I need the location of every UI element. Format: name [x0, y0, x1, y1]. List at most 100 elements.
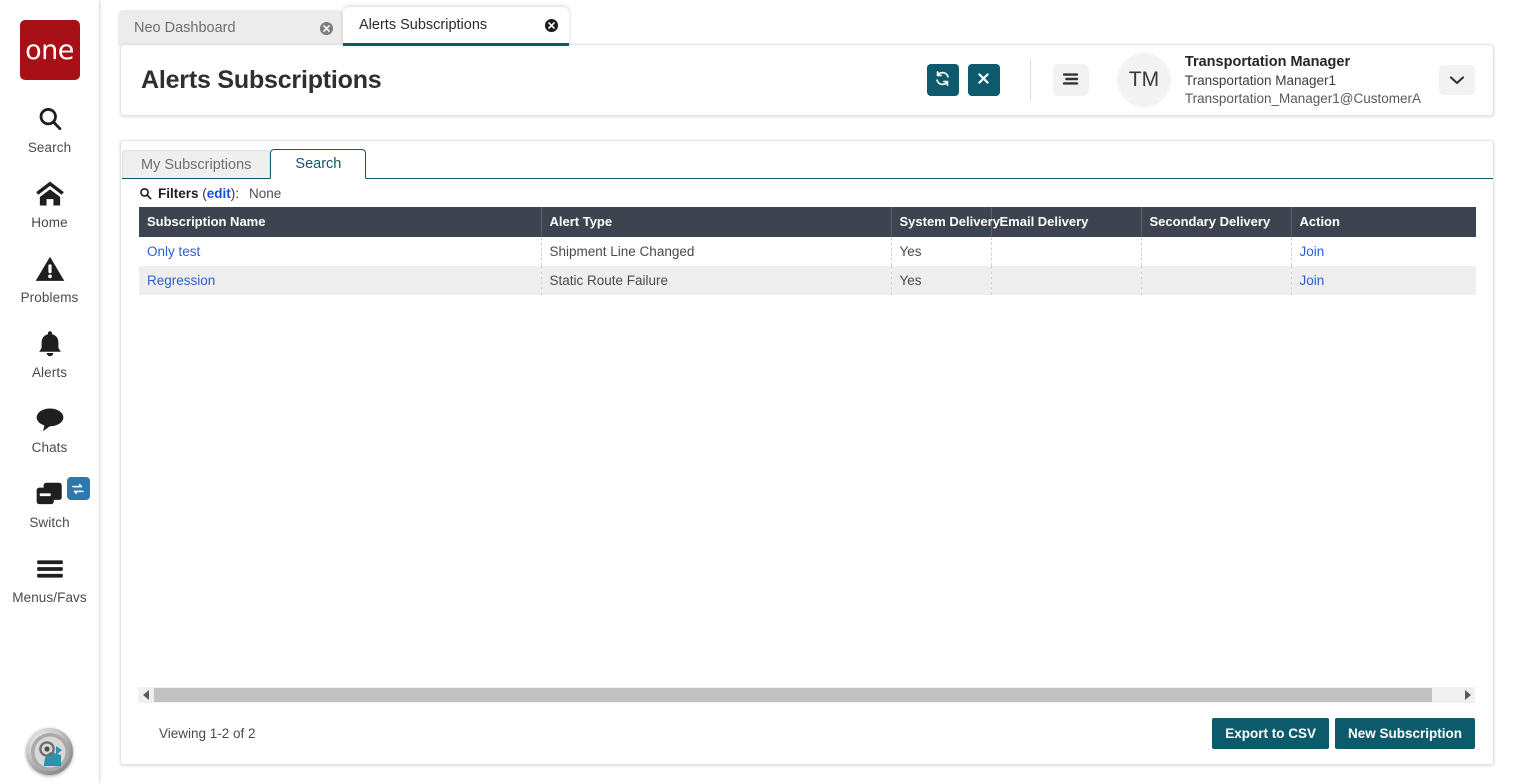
- join-link[interactable]: Join: [1300, 244, 1325, 259]
- cell-secondary-delivery: [1141, 237, 1292, 266]
- column-header-subscription-name[interactable]: Subscription Name: [139, 207, 542, 237]
- application-window: one Search Home Problems Alerts Chats Sw…: [0, 0, 1515, 783]
- viewing-count: Viewing 1-2 of 2: [159, 725, 256, 741]
- sidebar-item-search[interactable]: Search: [0, 102, 100, 155]
- scrollbar-track[interactable]: [154, 687, 1459, 703]
- brand-logo[interactable]: one: [19, 20, 80, 80]
- user-display-name: Transportation Manager1: [1184, 72, 1337, 88]
- sidebar-item-alerts[interactable]: Alerts: [0, 327, 100, 380]
- left-sidebar: one Search Home Problems Alerts Chats Sw…: [0, 0, 100, 783]
- home-icon: [35, 177, 65, 211]
- sidebar-item-problems[interactable]: Problems: [0, 252, 100, 305]
- cell-email-delivery: [991, 237, 1142, 266]
- sidebar-item-menus-favs[interactable]: Menus/Favs: [0, 552, 100, 605]
- cell-alert-type: Shipment Line Changed: [541, 237, 892, 266]
- column-header-alert-type[interactable]: Alert Type: [541, 207, 892, 237]
- sidebar-item-label: Search: [27, 140, 72, 155]
- cell-action: Join: [1291, 237, 1476, 266]
- browser-tab-neo-dashboard[interactable]: Neo Dashboard: [118, 10, 344, 46]
- refresh-icon: [934, 70, 951, 90]
- filters-label: Filters: [158, 186, 199, 201]
- table-row[interactable]: Only test Shipment Line Changed Yes Join: [139, 237, 1476, 266]
- sidebar-item-label: Chats: [31, 440, 68, 455]
- close-circle-icon[interactable]: [544, 18, 559, 33]
- cell-subscription-name: Only test: [139, 237, 542, 266]
- results-table-container: Subscription Name Alert Type System Deli…: [121, 207, 1493, 295]
- tab-search[interactable]: Search: [270, 149, 367, 179]
- bell-icon: [37, 327, 63, 361]
- close-x-icon: [976, 71, 991, 89]
- close-page-button[interactable]: [967, 64, 1000, 96]
- warning-triangle-icon: [35, 252, 65, 286]
- column-header-action[interactable]: Action: [1291, 207, 1476, 237]
- arrow-left-icon[interactable]: [138, 687, 154, 703]
- scrollbar-thumb[interactable]: [154, 688, 1432, 702]
- browser-tab-bar: Neo Dashboard Alerts Subscriptions: [100, 0, 1515, 46]
- close-circle-icon[interactable]: [319, 21, 334, 36]
- assistant-avatar[interactable]: [26, 728, 73, 775]
- sidebar-item-label: Home: [31, 215, 68, 230]
- user-menu-toggle[interactable]: [1439, 65, 1475, 95]
- sidebar-item-label: Switch: [29, 515, 70, 530]
- sidebar-item-label: Menus/Favs: [12, 590, 87, 605]
- hamburger-icon: [35, 552, 65, 586]
- cell-system-delivery: Yes: [891, 266, 992, 295]
- arrow-right-icon[interactable]: [1459, 687, 1475, 703]
- filters-bar: Filters ( edit ) : None: [121, 179, 1493, 207]
- user-avatar-initials: TM: [1128, 68, 1160, 91]
- filters-paren-open: (: [198, 186, 207, 201]
- cell-secondary-delivery: [1141, 266, 1292, 295]
- cell-system-delivery: Yes: [891, 237, 992, 266]
- table-header: Subscription Name Alert Type System Deli…: [139, 207, 1476, 237]
- table-row[interactable]: Regression Static Route Failure Yes Join: [139, 266, 1476, 295]
- sidebar-item-chats[interactable]: Chats: [0, 402, 100, 455]
- magnifier-icon: [139, 187, 152, 200]
- page-header-card: Alerts Subscriptions TM Transportation M…: [120, 44, 1494, 116]
- assistant-head-icon: [30, 732, 69, 771]
- sidebar-item-label: Problems: [20, 290, 79, 305]
- column-header-system-delivery[interactable]: System Delivery: [891, 207, 1000, 237]
- swap-arrows-icon[interactable]: [66, 477, 90, 500]
- hamburger-menu-icon: [1062, 72, 1079, 89]
- sidebar-item-switch[interactable]: Switch: [0, 477, 100, 530]
- column-header-email-delivery[interactable]: Email Delivery: [991, 207, 1142, 237]
- header-divider: [1029, 59, 1031, 101]
- table-header-row: Subscription Name Alert Type System Deli…: [139, 207, 1476, 237]
- chevron-down-icon: [1449, 73, 1465, 88]
- join-link[interactable]: Join: [1300, 273, 1325, 288]
- sidebar-item-label: Alerts: [31, 365, 68, 380]
- browser-tab-alerts-subscriptions[interactable]: Alerts Subscriptions: [343, 7, 569, 46]
- column-header-secondary-delivery[interactable]: Secondary Delivery: [1141, 207, 1292, 237]
- search-icon: [36, 102, 64, 136]
- tab-label: Search: [295, 156, 342, 172]
- new-subscription-button[interactable]: New Subscription: [1334, 717, 1475, 749]
- horizontal-scrollbar[interactable]: [138, 687, 1475, 703]
- sidebar-item-home[interactable]: Home: [0, 177, 100, 230]
- user-avatar[interactable]: TM: [1116, 53, 1171, 107]
- filters-value: None: [249, 186, 282, 201]
- filters-colon: :: [235, 186, 240, 201]
- cell-alert-type: Static Route Failure: [541, 266, 892, 295]
- filters-edit-link[interactable]: edit: [207, 186, 231, 201]
- header-menu-button[interactable]: [1052, 64, 1089, 96]
- user-email: Transportation_Manager1@CustomerA: [1184, 90, 1421, 106]
- subscription-name-link[interactable]: Only test: [147, 244, 200, 259]
- cell-subscription-name: Regression: [139, 266, 542, 295]
- user-role-name: Transportation Manager: [1184, 53, 1351, 70]
- chat-bubble-icon: [35, 402, 65, 436]
- user-info-block: Transportation Manager Transportation Ma…: [1185, 53, 1421, 108]
- page-title: Alerts Subscriptions: [141, 65, 382, 94]
- tab-label: My Subscriptions: [141, 156, 252, 173]
- export-to-csv-button[interactable]: Export to CSV: [1212, 717, 1329, 749]
- content-panel: My Subscriptions Search Filters ( edit )…: [120, 140, 1494, 765]
- brand-logo-text: one: [25, 34, 74, 66]
- subscription-name-link[interactable]: Regression: [147, 273, 215, 288]
- browser-tab-title: Neo Dashboard: [134, 20, 236, 36]
- tab-my-subscriptions[interactable]: My Subscriptions: [122, 150, 271, 178]
- refresh-button[interactable]: [926, 64, 959, 96]
- browser-tab-title: Alerts Subscriptions: [359, 17, 488, 33]
- subscriptions-table: Subscription Name Alert Type System Deli…: [139, 207, 1476, 295]
- cell-action: Join: [1291, 266, 1476, 295]
- subscription-tabstrip: My Subscriptions Search: [122, 149, 1493, 179]
- switch-windows-icon: [34, 477, 66, 511]
